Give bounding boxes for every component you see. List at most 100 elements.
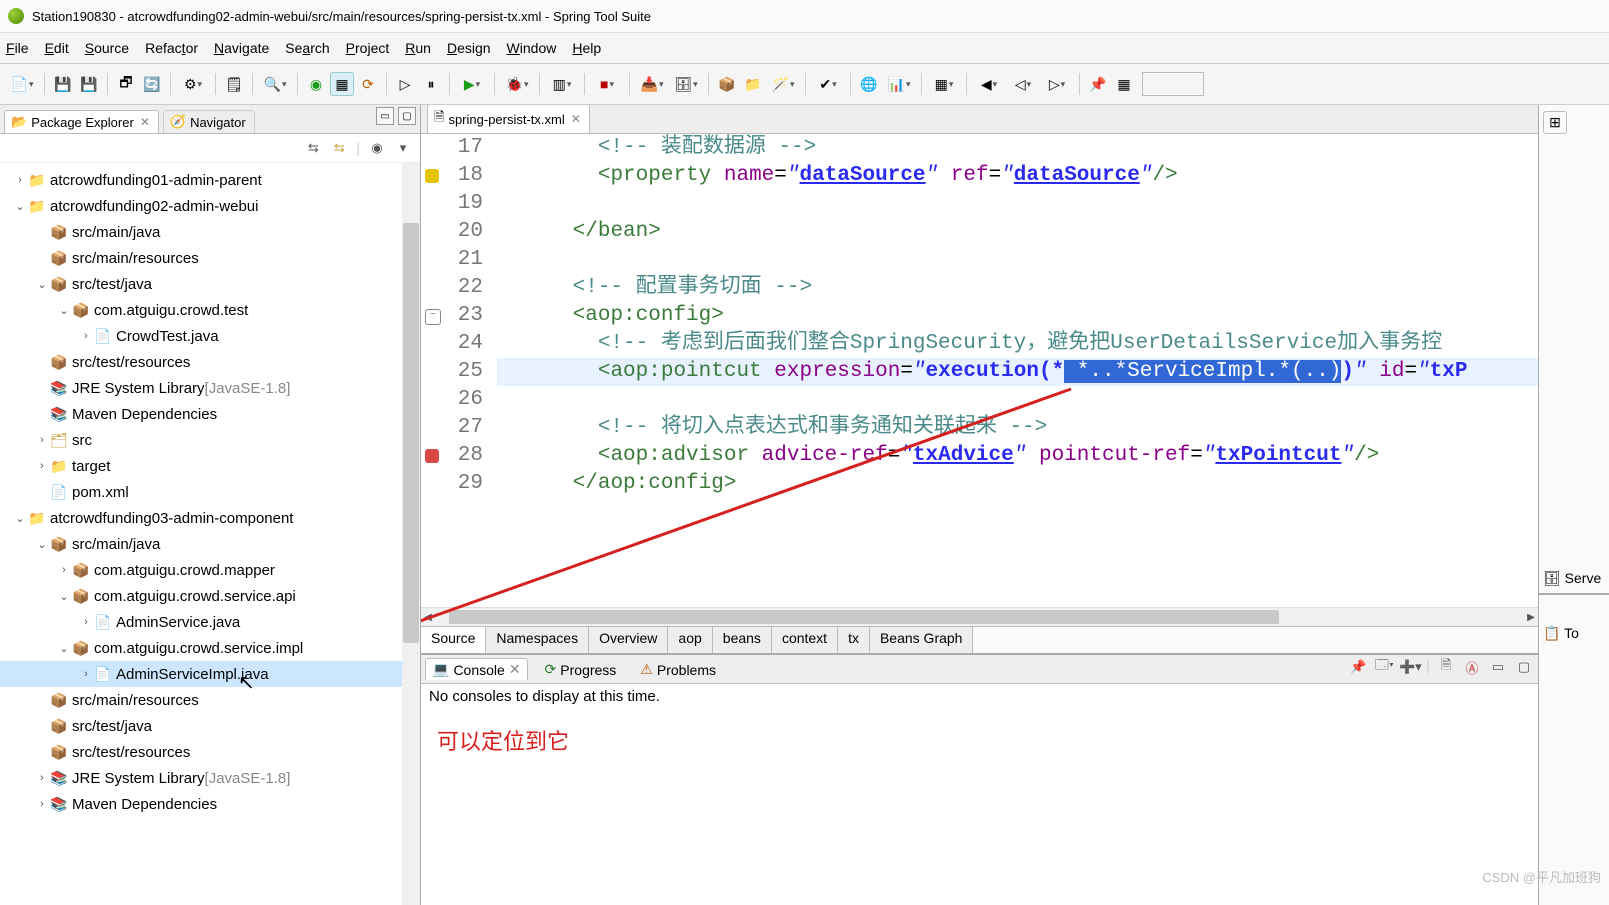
hscroll-thumb[interactable]	[449, 610, 1279, 624]
tree-node[interactable]: 📦src/test/java	[0, 713, 420, 739]
code-line[interactable]: <!-- 装配数据源 -->	[497, 134, 1538, 162]
package-tree[interactable]: ›📁atcrowdfunding01-admin-parent⌄📁atcrowd…	[0, 163, 420, 905]
tree-node[interactable]: ›📁target	[0, 453, 420, 479]
scroll-right-button[interactable]: ▶	[1524, 610, 1538, 624]
perspective-button[interactable]: ▦	[928, 72, 960, 96]
tab-navigator[interactable]: 🧭 Navigator	[163, 110, 255, 133]
code-line[interactable]	[497, 190, 1538, 218]
skip-bp-button[interactable]: ▦	[330, 72, 354, 96]
code-line[interactable]: <aop:pointcut expression="execution(* *.…	[497, 358, 1538, 386]
twisty-icon[interactable]: ›	[34, 460, 50, 472]
back-button[interactable]: ◀	[973, 72, 1005, 96]
console-new-button[interactable]: ➕▾	[1400, 657, 1420, 677]
editor-subtab[interactable]: aop	[668, 627, 712, 653]
menu-navigate[interactable]: Navigate	[214, 40, 269, 56]
collapse-all-button[interactable]: ⇆	[304, 139, 322, 157]
twisty-icon[interactable]: ›	[78, 668, 94, 680]
tab-package-explorer[interactable]: 📂 Package Explorer ✕	[4, 110, 159, 133]
console-display-button[interactable]: 🗔▾	[1374, 657, 1394, 677]
twisty-icon[interactable]: ›	[34, 798, 50, 810]
editor-subtab[interactable]: Source	[421, 627, 486, 653]
code-line[interactable]: </bean>	[497, 218, 1538, 246]
menu-file[interactable]: File	[6, 40, 29, 56]
tree-node[interactable]: 📦src/main/resources	[0, 245, 420, 271]
link-editor-button[interactable]: ⇆	[330, 139, 348, 157]
stop-button[interactable]: ■	[591, 72, 623, 96]
code-line[interactable]	[497, 246, 1538, 274]
code-line[interactable]	[497, 386, 1538, 414]
console-lock-button[interactable]: Ⓐ	[1462, 657, 1482, 677]
open-type-button[interactable]: 🗒	[222, 72, 246, 96]
twisty-icon[interactable]: ⌄	[56, 304, 72, 317]
editor-subtab[interactable]: Beans Graph	[870, 627, 974, 653]
servers-view-stub[interactable]: 🗄 Serve	[1543, 570, 1601, 587]
code-line[interactable]: <aop:advisor advice-ref="txAdvice" point…	[497, 442, 1538, 470]
tree-node[interactable]: ›📄AdminService.java	[0, 609, 420, 635]
minimize-view-button[interactable]: ▭	[376, 107, 394, 125]
relaunch-button[interactable]: ⟳	[356, 72, 380, 96]
scroll-left-button[interactable]: ◀	[421, 610, 435, 624]
menu-refactor[interactable]: Refactor	[145, 40, 198, 56]
fwd-button[interactable]: ▷	[1041, 72, 1073, 96]
twisty-icon[interactable]: ⌄	[12, 512, 28, 525]
console-pin-button[interactable]: 📌	[1348, 657, 1368, 677]
quick-access-field[interactable]	[1142, 72, 1204, 96]
coverage-button[interactable]: ◉	[304, 72, 328, 96]
twisty-icon[interactable]: ›	[56, 564, 72, 576]
twisty-icon[interactable]: ⌄	[34, 278, 50, 291]
tree-node[interactable]: 📄pom.xml	[0, 479, 420, 505]
code-text[interactable]: <!-- 装配数据源 --> <property name="dataSourc…	[497, 134, 1538, 607]
tree-node[interactable]: ›📄CrowdTest.java	[0, 323, 420, 349]
menu-search[interactable]: Search	[285, 40, 329, 56]
tasks-view-stub[interactable]: 📋 To	[1543, 625, 1605, 642]
tree-node[interactable]: 📚Maven Dependencies	[0, 401, 420, 427]
menu-run[interactable]: Run	[405, 40, 431, 56]
menu-source[interactable]: Source	[85, 40, 129, 56]
tree-node[interactable]: 📦src/test/resources	[0, 349, 420, 375]
build-button[interactable]: ⚙	[177, 72, 209, 96]
twisty-icon[interactable]: ⌄	[12, 200, 28, 213]
view-menu-button[interactable]: ▾	[394, 139, 412, 157]
new-package-button[interactable]: 📦	[715, 72, 739, 96]
code-line[interactable]: <!-- 配置事务切面 -->	[497, 274, 1538, 302]
console-max-button[interactable]: ▢	[1514, 657, 1534, 677]
tree-node[interactable]: ⌄📦com.atguigu.crowd.service.impl	[0, 635, 420, 661]
task-button[interactable]: ✔	[812, 72, 844, 96]
new-server-button[interactable]: 🗄	[670, 72, 702, 96]
pin-button[interactable]: 📌	[1086, 72, 1110, 96]
grid-button[interactable]: ▦	[1112, 72, 1136, 96]
resume-button[interactable]: ▷	[393, 72, 417, 96]
twisty-icon[interactable]: ›	[34, 772, 50, 784]
code-line[interactable]: </aop:config>	[497, 470, 1538, 498]
tree-scrollbar[interactable]	[402, 163, 420, 905]
console-min-button[interactable]: ▭	[1488, 657, 1508, 677]
twisty-icon[interactable]: ›	[34, 434, 50, 446]
focus-button[interactable]: ◉	[368, 139, 386, 157]
search-tool-button[interactable]: 🔍	[259, 72, 291, 96]
editor-tab-spring-persist[interactable]: 🗎 spring-persist-tx.xml ✕	[427, 105, 590, 133]
open-perspective-button[interactable]: ⊞	[1543, 111, 1567, 134]
tree-node[interactable]: ›📚JRE System Library [JavaSE-1.8]	[0, 765, 420, 791]
save-all-button[interactable]: 💾	[77, 72, 101, 96]
console-clear-button[interactable]: 🗎	[1436, 657, 1456, 677]
tree-node[interactable]: ⌄📁atcrowdfunding02-admin-webui	[0, 193, 420, 219]
browser-button[interactable]: 🌐	[857, 72, 881, 96]
close-icon[interactable]: ✕	[571, 112, 581, 126]
twisty-icon[interactable]: ⌄	[56, 642, 72, 655]
tree-node[interactable]: ⌄📦src/test/java	[0, 271, 420, 297]
new-button[interactable]: 📄	[6, 72, 38, 96]
tree-node[interactable]: ⌄📦com.atguigu.crowd.service.api	[0, 583, 420, 609]
debug-button[interactable]: 🐞	[501, 72, 533, 96]
tree-node[interactable]: 📦src/main/resources	[0, 687, 420, 713]
code-line[interactable]: <aop:config>	[497, 302, 1538, 330]
save-button[interactable]: 💾	[51, 72, 75, 96]
twisty-icon[interactable]: ›	[78, 616, 94, 628]
tree-node[interactable]: ⌄📦src/main/java	[0, 531, 420, 557]
code-line[interactable]: <!-- 考虑到后面我们整合SpringSecurity，避免把UserDeta…	[497, 330, 1538, 358]
twisty-icon[interactable]: ›	[12, 174, 28, 186]
editor-hscroll[interactable]: ◀ ▶	[421, 607, 1538, 626]
tree-node[interactable]: ›🗂src	[0, 427, 420, 453]
tree-node[interactable]: 📦src/test/resources	[0, 739, 420, 765]
menu-help[interactable]: Help	[572, 40, 601, 56]
run-last-button[interactable]: ▥	[546, 72, 578, 96]
